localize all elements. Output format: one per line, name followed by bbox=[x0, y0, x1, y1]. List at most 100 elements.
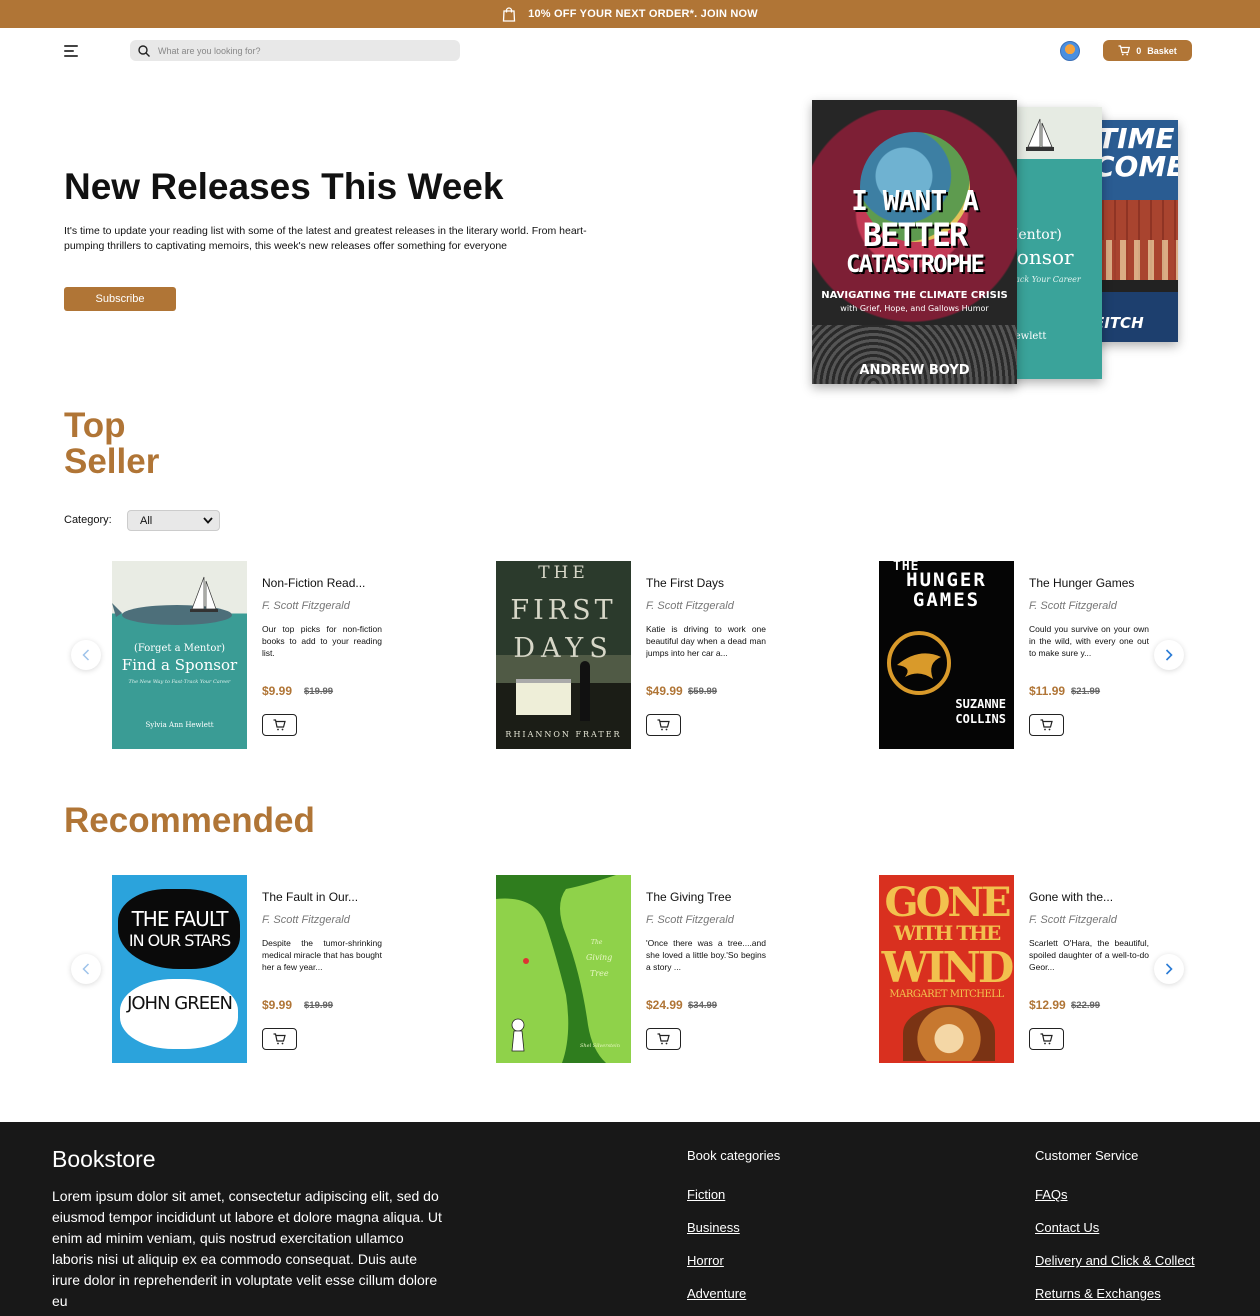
book-title[interactable]: Non-Fiction Read... bbox=[262, 576, 392, 590]
heading-line: Top bbox=[64, 406, 126, 445]
book-cover[interactable]: THE FAULT IN OUR STARS JOHN GREEN bbox=[112, 875, 247, 1063]
book-price: $49.99 bbox=[646, 684, 683, 698]
footer-link-business[interactable]: Business bbox=[687, 1220, 740, 1235]
footer-link-horror[interactable]: Horror bbox=[687, 1253, 724, 1268]
book-cover[interactable]: (Forget a Mentor) Find a Sponsor The New… bbox=[112, 561, 247, 749]
cover-text: COLLINS bbox=[955, 712, 1006, 726]
footer-link-contact[interactable]: Contact Us bbox=[1035, 1220, 1099, 1235]
cover-text: MARGARET MITCHELL bbox=[889, 989, 1004, 1000]
book-old-price: $22.99 bbox=[1071, 1000, 1101, 1011]
top-seller-prev-arrow[interactable] bbox=[71, 640, 101, 670]
book-description: Could you survive on your own in the wil… bbox=[1029, 624, 1149, 658]
cover-text: (Forget a Mentor) bbox=[133, 643, 226, 654]
book-price: $12.99 bbox=[1029, 998, 1066, 1012]
promo-banner[interactable]: 10% OFF YOUR NEXT ORDER*. JOIN NOW bbox=[0, 0, 1260, 28]
footer-link-faqs[interactable]: FAQs bbox=[1035, 1187, 1068, 1202]
subscribe-button[interactable]: Subscribe bbox=[64, 287, 176, 311]
book-title[interactable]: The Hunger Games bbox=[1029, 576, 1159, 590]
search-icon bbox=[138, 44, 150, 57]
hero-cover-time-come[interactable]: TIME COME EITCH bbox=[1092, 120, 1178, 342]
promo-text[interactable]: 10% OFF YOUR NEXT ORDER*. JOIN NOW bbox=[528, 8, 758, 20]
chevron-right-icon bbox=[1165, 649, 1173, 661]
basket-label: Basket bbox=[1147, 45, 1177, 56]
add-to-cart-button[interactable] bbox=[1029, 714, 1064, 736]
cover-text: GAMES bbox=[912, 589, 981, 611]
add-to-cart-button[interactable] bbox=[646, 714, 681, 736]
cover-text: Tree bbox=[590, 969, 609, 978]
cover-text: Shel Silverstein bbox=[580, 1043, 620, 1049]
book-title[interactable]: The First Days bbox=[646, 576, 776, 590]
hero-description: It's time to update your reading list wi… bbox=[64, 225, 587, 252]
cover-text: WIND bbox=[881, 943, 1014, 992]
book-cover[interactable]: GONE WITH THE WIND MARGARET MITCHELL bbox=[879, 875, 1014, 1063]
book-card: The Giving Tree Shel Silverstein The Giv… bbox=[496, 875, 776, 1063]
mockingjay-pin-icon bbox=[887, 631, 951, 695]
book-author: F. Scott Fitzgerald bbox=[1029, 600, 1117, 612]
book-author: F. Scott Fitzgerald bbox=[646, 600, 734, 612]
footer-categories-heading: Book categories bbox=[687, 1148, 781, 1163]
add-to-cart-button[interactable] bbox=[262, 1028, 297, 1050]
search-input[interactable] bbox=[158, 45, 438, 56]
cover-text: Giving bbox=[586, 953, 613, 962]
book-card: GONE WITH THE WIND MARGARET MITCHELL Gon… bbox=[879, 875, 1159, 1063]
book-author: F. Scott Fitzgerald bbox=[262, 600, 350, 612]
hero-cover-sponsor[interactable]: Mentor) ponsor Track Your Career Hewlett bbox=[1002, 107, 1102, 379]
book-description: 'Once there was a tree....and she loved … bbox=[646, 938, 766, 972]
book-title[interactable]: The Giving Tree bbox=[646, 890, 776, 904]
cover-text: FIRST bbox=[510, 595, 617, 626]
cover-text: with Grief, Hope, and Gallows Humor bbox=[840, 304, 989, 313]
cover-text: WITH THE bbox=[893, 921, 1002, 945]
search-bar[interactable] bbox=[130, 40, 460, 61]
book-description: Our top picks for non-fiction books to a… bbox=[262, 624, 382, 658]
heading-line: Seller bbox=[64, 442, 160, 481]
footer-link-returns[interactable]: Returns & Exchanges bbox=[1035, 1286, 1161, 1301]
top-seller-heading: Top Seller bbox=[64, 408, 159, 480]
footer-service-heading: Customer Service bbox=[1035, 1148, 1139, 1163]
footer-link-adventure[interactable]: Adventure bbox=[687, 1286, 746, 1301]
add-to-cart-button[interactable] bbox=[262, 714, 297, 736]
book-card: THE FIRST DAYS RHIANNON FRATER The First… bbox=[496, 561, 776, 749]
cover-text: Sylvia Ann Hewlett bbox=[145, 721, 214, 729]
recommended-prev-arrow[interactable] bbox=[71, 954, 101, 984]
chevron-down-icon bbox=[203, 517, 213, 524]
cart-icon bbox=[657, 719, 670, 731]
hero-cover-better-catastrophe[interactable]: I WANT A BETTER CATASTROPHE NAVIGATING T… bbox=[812, 100, 1017, 384]
footer-link-fiction[interactable]: Fiction bbox=[687, 1187, 725, 1202]
cover-text: BETTER bbox=[862, 216, 969, 254]
book-old-price: $19.99 bbox=[304, 686, 334, 697]
menu-icon[interactable] bbox=[64, 44, 80, 58]
cover-text: ANDREW BOYD bbox=[859, 363, 970, 378]
user-avatar[interactable] bbox=[1060, 41, 1080, 61]
basket-button[interactable]: 0 Basket bbox=[1103, 40, 1192, 61]
book-description: Scarlett O'Hara, the beautiful, spoiled … bbox=[1029, 938, 1149, 972]
add-to-cart-button[interactable] bbox=[1029, 1028, 1064, 1050]
cover-text: COME bbox=[1094, 150, 1178, 183]
book-card: (Forget a Mentor) Find a Sponsor The New… bbox=[112, 561, 392, 749]
cover-text: JOHN GREEN bbox=[127, 993, 233, 1014]
cover-text: The New Way to Fast-Track Your Career bbox=[128, 679, 231, 685]
book-title[interactable]: Gone with the... bbox=[1029, 890, 1159, 904]
footer-link-delivery[interactable]: Delivery and Click & Collect bbox=[1035, 1253, 1195, 1268]
book-description: Katie is driving to work one beautiful d… bbox=[646, 624, 766, 658]
book-price: $24.99 bbox=[646, 998, 683, 1012]
cover-text: Track Your Career bbox=[1006, 275, 1081, 284]
book-cover[interactable]: THE FIRST DAYS RHIANNON FRATER bbox=[496, 561, 631, 749]
book-title[interactable]: The Fault in Our... bbox=[262, 890, 392, 904]
cover-text: Find a Sponsor bbox=[121, 656, 238, 674]
recommended-heading: Recommended bbox=[64, 801, 315, 840]
cover-text: HUNGER bbox=[906, 569, 987, 591]
book-price: $11.99 bbox=[1029, 684, 1066, 698]
chevron-left-icon bbox=[82, 649, 90, 661]
site-header: 0 Basket bbox=[0, 28, 1260, 74]
book-cover[interactable]: THE HUNGER GAMES SUZANNE COLLINS bbox=[879, 561, 1014, 749]
book-cover[interactable]: The Giving Tree Shel Silverstein bbox=[496, 875, 631, 1063]
tree-illustration bbox=[496, 875, 616, 1063]
book-old-price: $59.99 bbox=[688, 686, 718, 697]
hero-book-covers: TIME COME EITCH Mentor) ponsor Track You… bbox=[812, 100, 1182, 385]
category-select[interactable]: All bbox=[127, 510, 220, 531]
site-footer: Bookstore Lorem ipsum dolor sit amet, co… bbox=[0, 1122, 1260, 1316]
book-author: F. Scott Fitzgerald bbox=[646, 914, 734, 926]
add-to-cart-button[interactable] bbox=[646, 1028, 681, 1050]
category-label: Category: bbox=[64, 514, 112, 526]
footer-description: Lorem ipsum dolor sit amet, consectetur … bbox=[52, 1188, 442, 1309]
